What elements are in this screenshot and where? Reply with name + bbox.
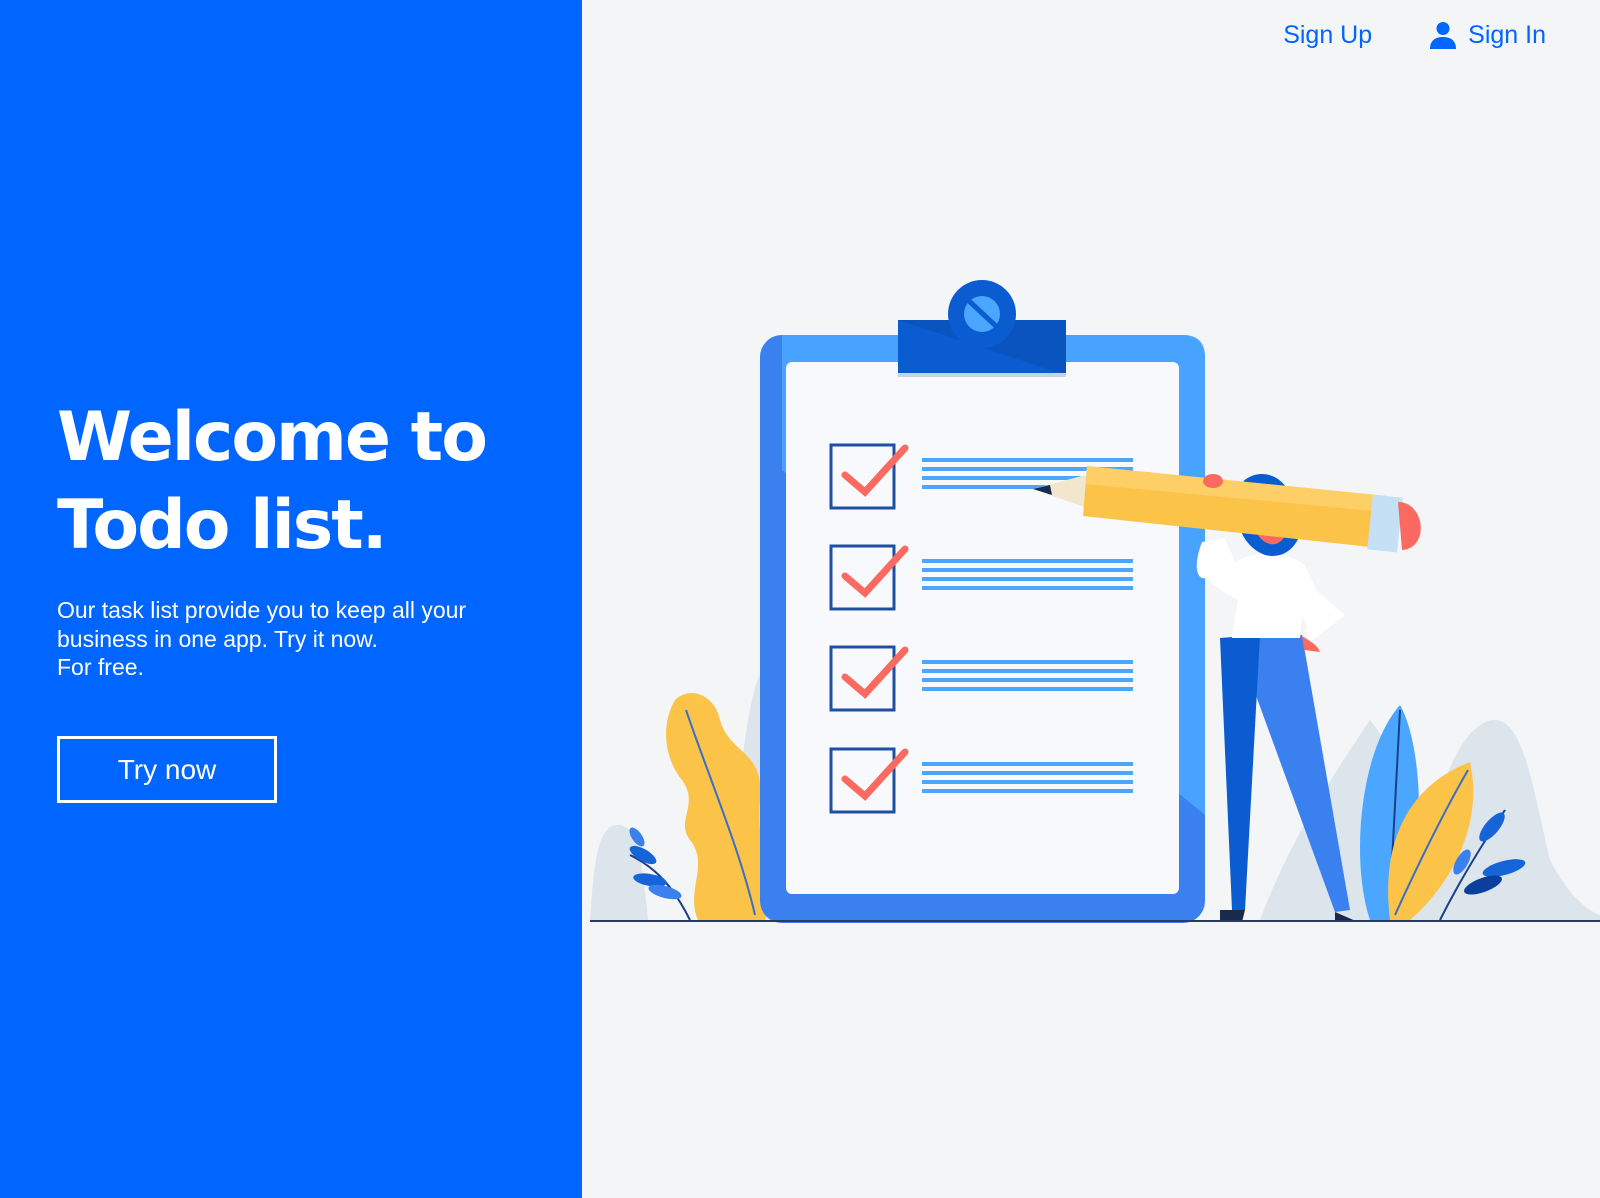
hero-title-line-2: Todo list. (57, 486, 388, 565)
user-icon (1430, 22, 1457, 49)
try-now-button[interactable]: Try now (57, 736, 277, 803)
hero-description: Our task list provide you to keep all yo… (57, 596, 537, 682)
hero-description-line-1: Our task list provide you to keep all yo… (57, 597, 467, 623)
hero-description-line-2: business in one app. Try it now. (57, 625, 378, 652)
hand-on-pencil (1203, 474, 1223, 488)
top-nav: Sign Up Sign In (1283, 20, 1546, 50)
hero-panel: Welcome to Todo list. Our task list prov… (0, 0, 582, 1198)
hero-title-line-1: Welcome to (57, 398, 488, 477)
sign-up-link[interactable]: Sign Up (1283, 21, 1372, 50)
sign-in-label: Sign In (1468, 20, 1546, 49)
sign-in-link[interactable]: Sign In (1428, 20, 1546, 50)
clipboard (760, 280, 1205, 923)
hero-title: Welcome to Todo list. (57, 394, 537, 570)
todo-illustration (590, 280, 1600, 923)
landing-page: Welcome to Todo list. Our task list prov… (0, 0, 1600, 1198)
hero-description-line-3: For free. (57, 654, 144, 680)
